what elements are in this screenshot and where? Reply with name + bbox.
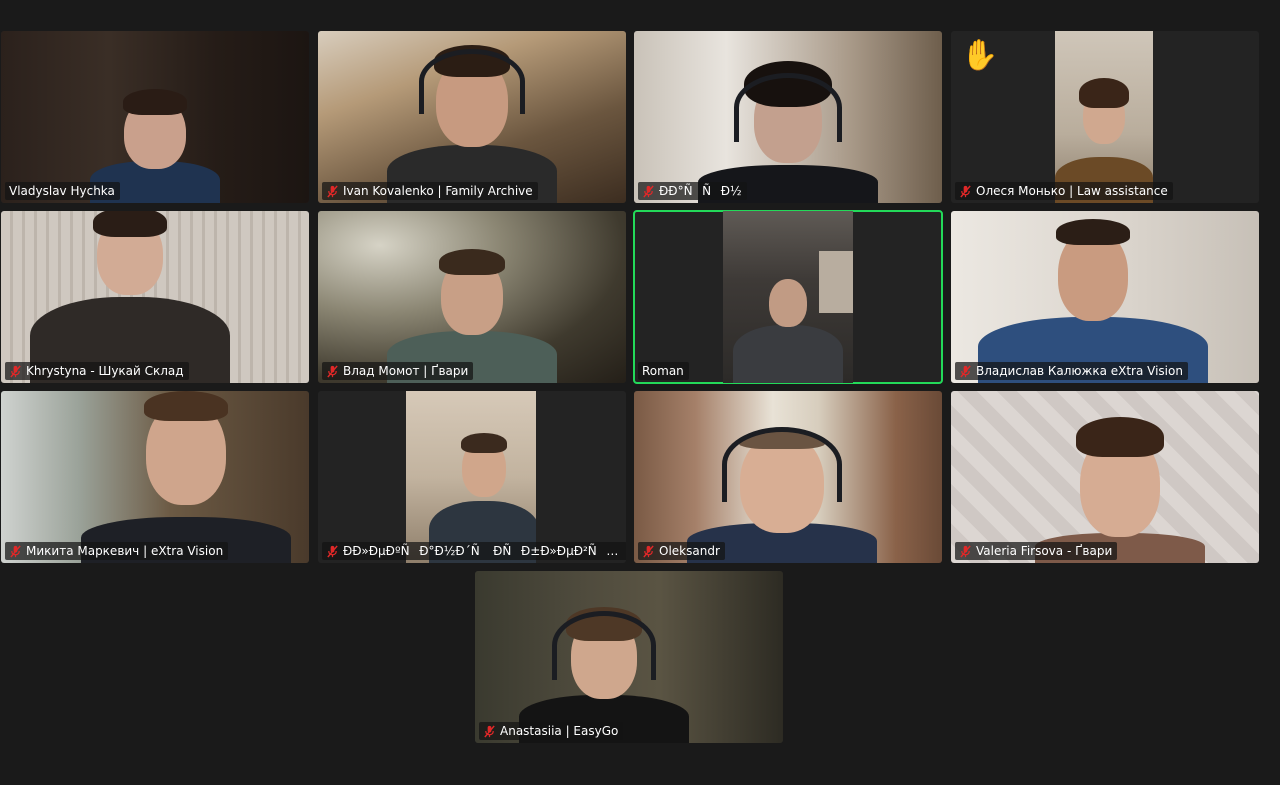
participant-tile[interactable]: ÐÐ»ÐµÐºÑÐ°Ð½Ð´Ñ ÐÑÐ±Ð»ÐµÐ²ÑÐº... <box>318 391 626 563</box>
participant-video <box>475 571 783 743</box>
participant-name-label: Valeria Firsova - Ґвари <box>955 542 1118 560</box>
participant-name: Влад Момот | Ґвари <box>343 364 469 378</box>
participant-name: Roman <box>642 364 684 378</box>
participant-name-label: Khrystyna - Шукай Склад <box>5 362 189 380</box>
participant-tile[interactable]: ✋ Олеся Монько | Law assistance <box>951 31 1259 203</box>
participant-tile-active-speaker[interactable]: Roman <box>633 210 943 384</box>
participant-video <box>1 211 309 383</box>
participant-name-label: Oleksandr <box>638 542 725 560</box>
participant-video <box>406 391 536 563</box>
participant-tile[interactable]: Влад Момот | Ґвари <box>318 211 626 383</box>
participant-tile[interactable]: Khrystyna - Шукай Склад <box>1 211 309 383</box>
muted-mic-icon <box>960 364 971 378</box>
gallery-grid: Vladyslav Hychka Ivan Kovalenko | Family… <box>0 0 1280 785</box>
participant-tile[interactable]: Владислав Калюжка eXtra Vision <box>951 211 1259 383</box>
participant-name-label: Anastasiia | EasyGo <box>479 722 624 740</box>
participant-name: Oleksandr <box>659 544 720 558</box>
participant-name: ÐÐ°ÑÑÐ½ <box>659 184 742 198</box>
participant-video <box>1055 31 1153 203</box>
participant-video <box>634 31 942 203</box>
participant-name: Vladyslav Hychka <box>9 184 115 198</box>
participant-tile[interactable]: Oleksandr <box>634 391 942 563</box>
participant-name: Владислав Калюжка eXtra Vision <box>976 364 1183 378</box>
participant-name-label: ÐÐ»ÐµÐºÑÐ°Ð½Ð´Ñ ÐÑÐ±Ð»ÐµÐ²ÑÐº... <box>322 542 626 560</box>
participant-video <box>1 391 309 563</box>
participant-tile[interactable]: Vladyslav Hychka <box>1 31 309 203</box>
participant-name: Микита Маркевич | eXtra Vision <box>26 544 224 558</box>
muted-mic-icon <box>960 544 971 558</box>
participant-video <box>1 31 309 203</box>
participant-tile[interactable]: Anastasiia | EasyGo <box>475 571 783 743</box>
participant-video <box>318 31 626 203</box>
participant-name: Valeria Firsova - Ґвари <box>976 544 1113 558</box>
participant-video <box>634 391 942 563</box>
participant-name: ÐÐ»ÐµÐºÑÐ°Ð½Ð´Ñ ÐÑÐ±Ð»ÐµÐ²ÑÐº... <box>343 544 622 558</box>
muted-mic-icon <box>643 184 654 198</box>
participant-tile[interactable]: Ivan Kovalenko | Family Archive <box>318 31 626 203</box>
muted-mic-icon <box>10 544 21 558</box>
muted-mic-icon <box>327 364 338 378</box>
participant-tile[interactable]: Valeria Firsova - Ґвари <box>951 391 1259 563</box>
participant-name-label: Микита Маркевич | eXtra Vision <box>5 542 229 560</box>
muted-mic-icon <box>327 184 338 198</box>
muted-mic-icon <box>643 544 654 558</box>
participant-name-label: Влад Момот | Ґвари <box>322 362 474 380</box>
muted-mic-icon <box>327 544 338 558</box>
participant-name-label: Roman <box>638 362 689 380</box>
participant-name-label: ÐÐ°ÑÑÐ½ <box>638 182 747 200</box>
participant-name-label: Ivan Kovalenko | Family Archive <box>322 182 538 200</box>
participant-video <box>951 211 1259 383</box>
participant-tile[interactable]: Микита Маркевич | eXtra Vision <box>1 391 309 563</box>
participant-name-label: Vladyslav Hychka <box>5 182 120 200</box>
participant-name-label: Олеся Монько | Law assistance <box>955 182 1173 200</box>
participant-tile[interactable]: ÐÐ°ÑÑÐ½ <box>634 31 942 203</box>
muted-mic-icon <box>484 724 495 738</box>
raised-hand-icon: ✋ <box>961 38 999 73</box>
participant-name-label: Владислав Калюжка eXtra Vision <box>955 362 1188 380</box>
participant-video <box>951 391 1259 563</box>
participant-video <box>318 211 626 383</box>
participant-name: Олеся Монько | Law assistance <box>976 184 1168 198</box>
muted-mic-icon <box>10 364 21 378</box>
participant-name: Ivan Kovalenko | Family Archive <box>343 184 533 198</box>
participant-name: Khrystyna - Шукай Склад <box>26 364 184 378</box>
muted-mic-icon <box>960 184 971 198</box>
participant-name: Anastasiia | EasyGo <box>500 724 619 738</box>
participant-video <box>723 211 853 383</box>
